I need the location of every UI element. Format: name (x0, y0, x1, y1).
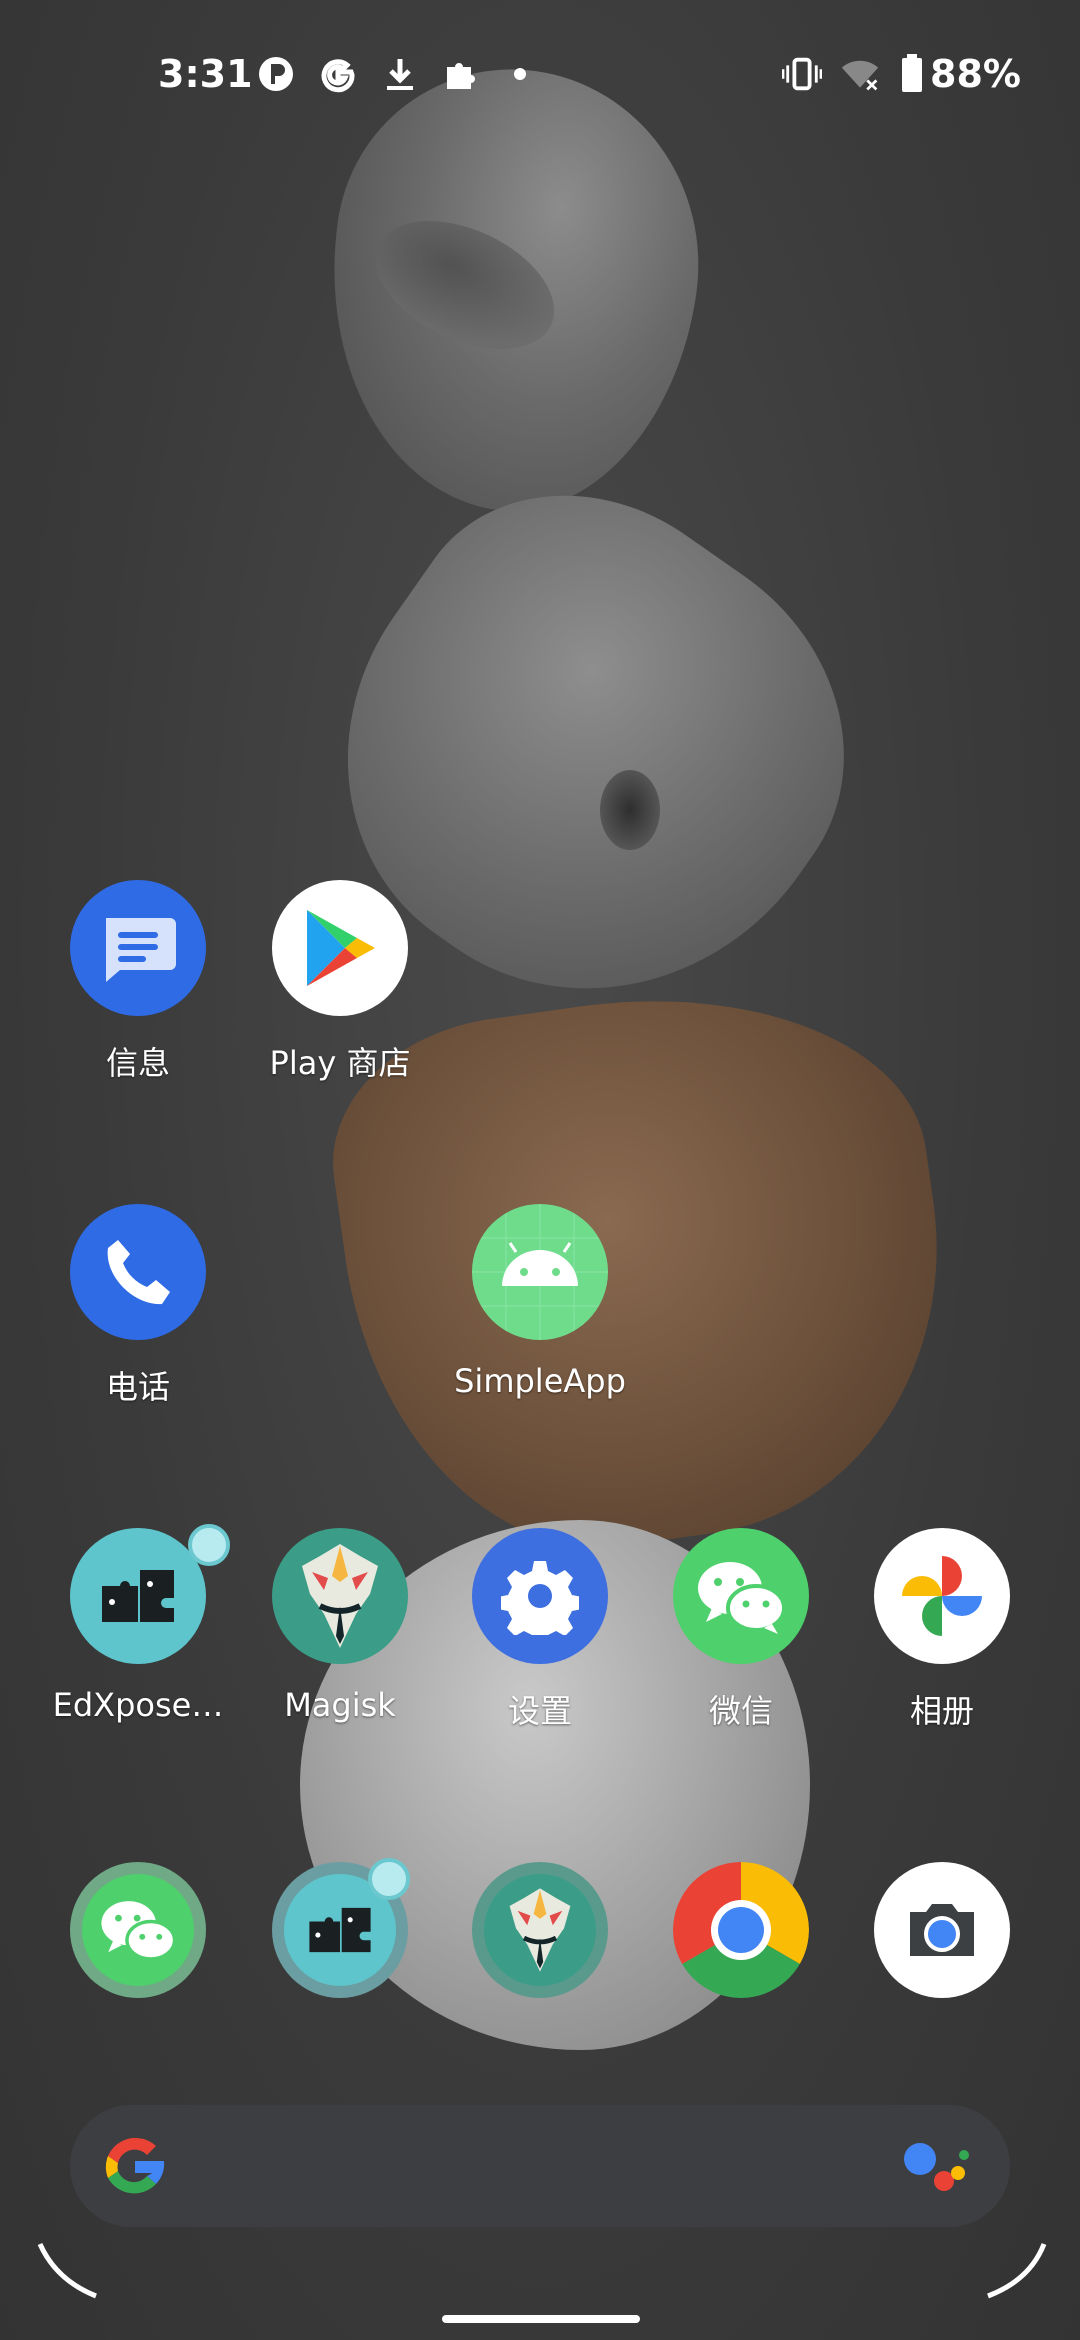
rounded-corner-right (980, 2240, 1050, 2304)
app-magisk[interactable]: Magisk (240, 1528, 440, 1724)
status-time: 3:31 (158, 52, 253, 96)
vibrate-icon (782, 54, 822, 94)
wallpaper-stone-hole (600, 770, 660, 850)
play-store-icon (272, 880, 408, 1016)
chrome-icon (673, 1862, 809, 1998)
gesture-home-bar[interactable] (442, 2315, 640, 2323)
wechat-icon (673, 1528, 809, 1664)
battery-percent: 88% (930, 52, 1021, 96)
messages-icon (70, 880, 206, 1016)
google-icon (318, 54, 358, 94)
google-search-bar[interactable] (70, 2105, 1010, 2227)
edxposed-icon (70, 1528, 206, 1664)
google-g-icon (102, 2134, 168, 2204)
app-photos[interactable]: 相册 (842, 1528, 1042, 1732)
notification-badge (368, 1858, 410, 1900)
app-label-settings: 设置 (507, 1692, 572, 1730)
app-label-wechat: 微信 (708, 1692, 773, 1730)
app-wechat[interactable]: 微信 (641, 1528, 841, 1732)
photos-pinwheel-icon (874, 1528, 1010, 1664)
app-edxposed[interactable]: EdXpose… (38, 1524, 238, 1724)
dock-camera[interactable] (842, 1862, 1042, 1998)
app-simpleapp[interactable]: SimpleApp (440, 1204, 640, 1400)
app-play-store[interactable]: Play 商店 (240, 880, 440, 1084)
app-messages[interactable]: 信息 (38, 880, 238, 1084)
puzzle-icon (440, 54, 480, 94)
app-label-simpleapp: SimpleApp (454, 1362, 626, 1400)
app-label-photos: 相册 (909, 1692, 974, 1730)
magisk-icon (472, 1862, 608, 1998)
download-icon (380, 54, 420, 94)
dot-icon (500, 54, 540, 94)
app-label-edxposed: EdXpose… (52, 1686, 224, 1724)
app-label-play-store: Play 商店 (269, 1044, 411, 1082)
dock-wechat[interactable] (38, 1862, 238, 1998)
dock-magisk[interactable] (440, 1862, 640, 1998)
magisk-icon (272, 1528, 408, 1664)
app-label-phone: 电话 (105, 1368, 170, 1406)
pocket-icon (256, 54, 296, 94)
status-bar: 3:31 88% (0, 42, 1080, 112)
dock-edxposed[interactable] (240, 1858, 440, 1998)
rounded-corner-left (36, 2240, 106, 2304)
app-settings[interactable]: 设置 (440, 1528, 640, 1732)
gear-icon (472, 1528, 608, 1664)
google-assistant-icon[interactable] (900, 2135, 970, 2203)
app-label-messages: 信息 (105, 1044, 170, 1082)
app-phone[interactable]: 电话 (38, 1204, 238, 1408)
android-icon (472, 1204, 608, 1340)
battery-icon (892, 54, 932, 94)
phone-icon (70, 1204, 206, 1340)
camera-icon (874, 1862, 1010, 1998)
wifi-off-icon (840, 54, 880, 94)
notification-badge (188, 1524, 230, 1566)
app-label-magisk: Magisk (284, 1686, 396, 1724)
wechat-icon (70, 1862, 206, 1998)
dock-chrome[interactable] (641, 1862, 841, 1998)
